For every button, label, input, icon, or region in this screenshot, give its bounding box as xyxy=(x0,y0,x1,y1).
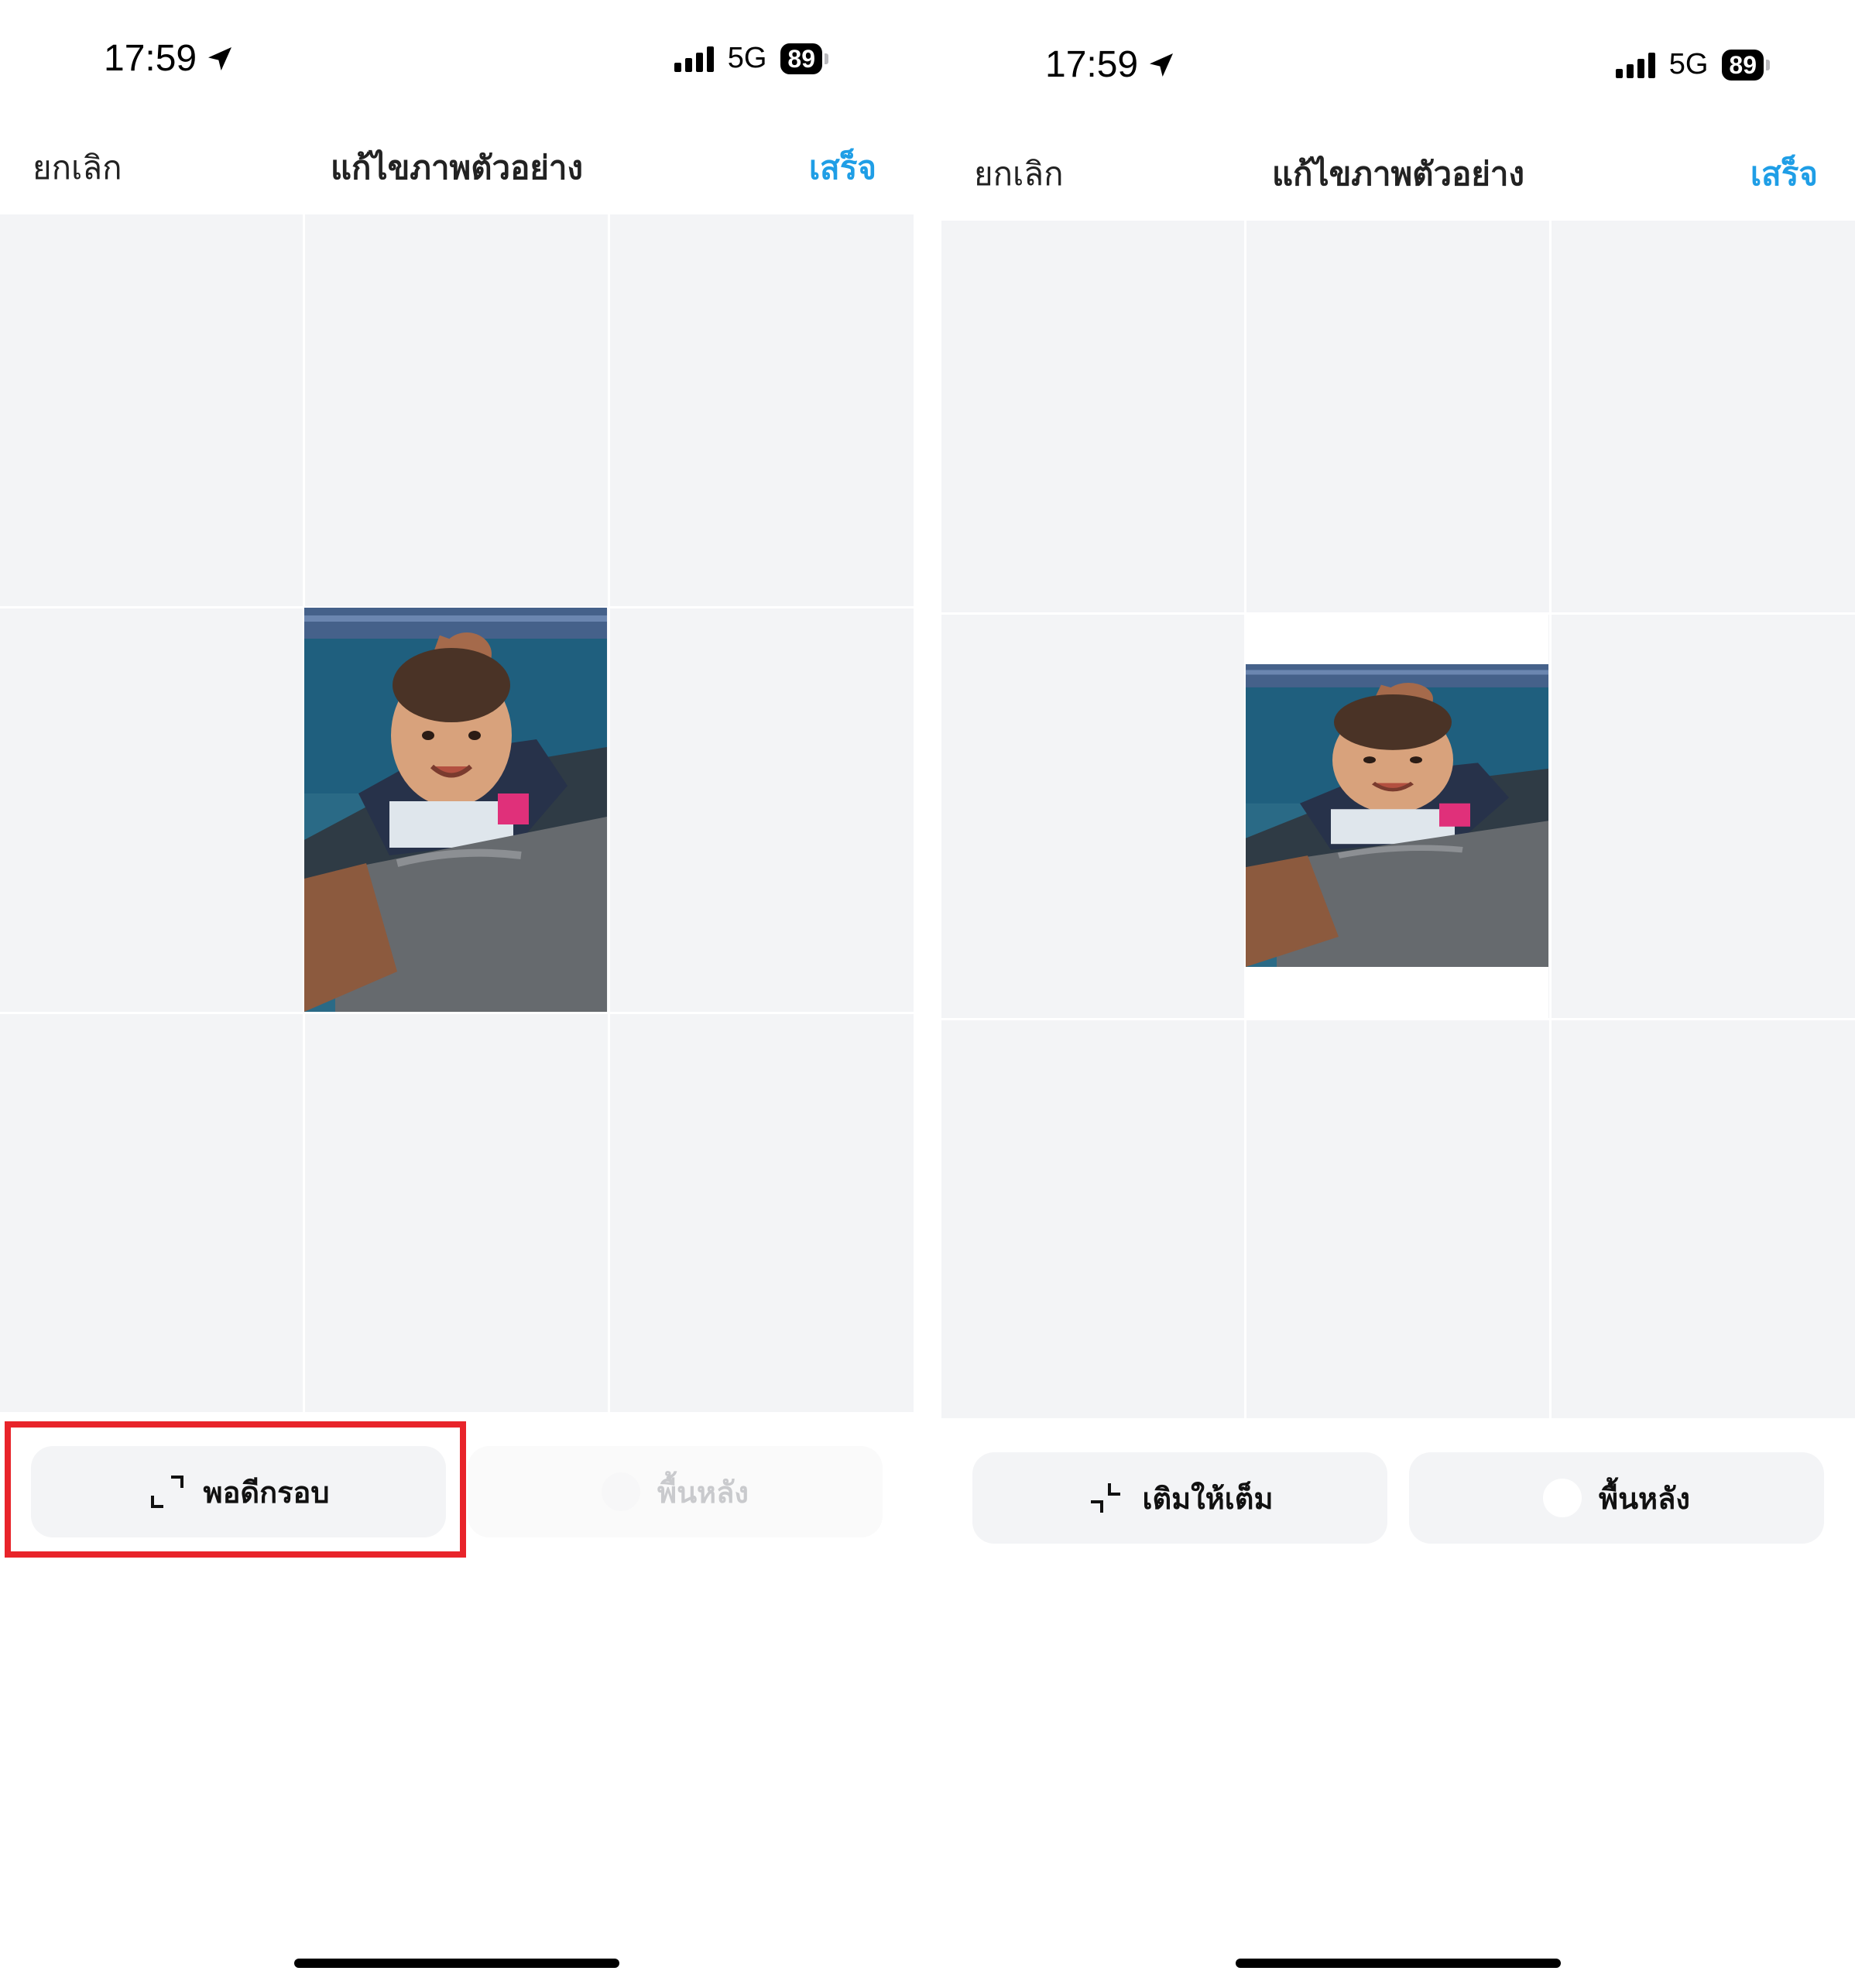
network-label: 5G xyxy=(727,42,767,74)
signal-icon xyxy=(1615,52,1655,78)
cancel-button[interactable]: ยกเลิก xyxy=(33,142,122,194)
background-label: พื้นหลัง xyxy=(1599,1481,1690,1516)
battery-icon: 89 xyxy=(780,43,828,74)
preview-photo[interactable] xyxy=(1246,664,1548,967)
preview-cell[interactable] xyxy=(1246,614,1548,1018)
page-title: แก้ไขภาพตัวอย่าง xyxy=(1271,155,1525,193)
status-indicators: 5G 89 xyxy=(1615,48,1770,81)
background-button[interactable]: พื้นหลัง xyxy=(1409,1452,1824,1544)
signal-icon xyxy=(674,46,714,72)
nav-bar: ยกเลิก แก้ไขภาพตัวอย่าง เสร็จ xyxy=(941,146,1855,200)
highlight-box xyxy=(5,1421,466,1558)
background-color-swatch xyxy=(1543,1479,1582,1517)
background-button[interactable]: พื้นหลัง xyxy=(468,1446,883,1537)
preview-grid xyxy=(0,214,914,1412)
screen-fill-mode: 17:59 5G 89 ยกเลิก แก้ไขภาพตัวอย่าง เสร็… xyxy=(941,6,1855,1988)
preview-grid xyxy=(941,221,1855,1418)
network-label: 5G xyxy=(1668,48,1709,81)
status-time: 17:59 xyxy=(1045,43,1177,86)
battery-level: 89 xyxy=(780,43,822,74)
collapse-corners-icon xyxy=(1091,1483,1121,1513)
preview-cell[interactable] xyxy=(304,608,607,1012)
page-title: แก้ไขภาพตัวอย่าง xyxy=(330,149,584,187)
fill-mode-button[interactable]: เติมให้เต็ม xyxy=(972,1452,1387,1544)
background-color-swatch xyxy=(602,1472,641,1511)
fill-mode-label: เติมให้เต็ม xyxy=(1142,1481,1274,1516)
battery-level: 89 xyxy=(1722,49,1764,81)
done-button[interactable]: เสร็จ xyxy=(809,142,876,194)
edit-toolbar: เติมให้เต็ม พื้นหลัง xyxy=(972,1452,1824,1544)
battery-icon: 89 xyxy=(1722,49,1770,81)
home-indicator[interactable] xyxy=(294,1959,619,1968)
nav-bar: ยกเลิก แก้ไขภาพตัวอย่าง เสร็จ xyxy=(0,139,914,194)
status-time: 17:59 xyxy=(104,37,235,80)
screen-fit-mode: 17:59 5G 89 ยกเลิก แก้ไขภาพตัวอย่าง เสร็… xyxy=(0,0,914,1982)
home-indicator[interactable] xyxy=(1236,1959,1561,1968)
location-arrow-icon xyxy=(1150,53,1174,77)
preview-photo[interactable] xyxy=(304,608,607,1012)
background-label: พื้นหลัง xyxy=(657,1475,749,1510)
cancel-button[interactable]: ยกเลิก xyxy=(974,149,1064,200)
status-indicators: 5G 89 xyxy=(674,42,828,75)
location-arrow-icon xyxy=(208,46,232,70)
done-button[interactable]: เสร็จ xyxy=(1750,149,1818,200)
